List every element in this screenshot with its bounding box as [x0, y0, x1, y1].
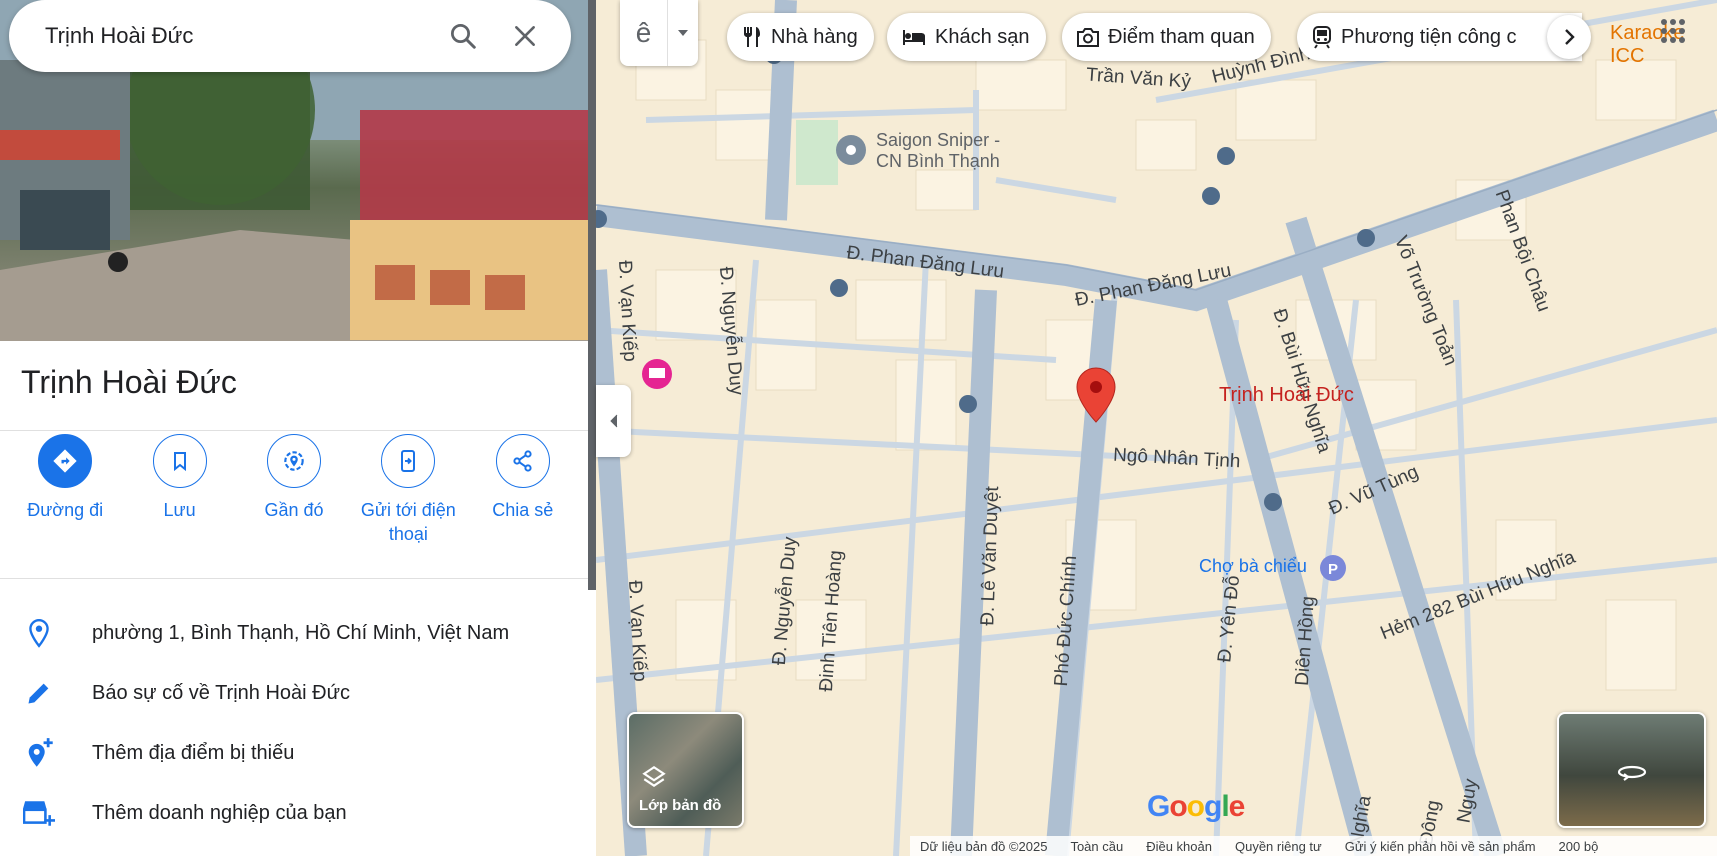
- train-icon: [1313, 26, 1331, 49]
- add-business-row[interactable]: Thêm doanh nghiệp của bạn: [0, 785, 588, 841]
- add-place-text: Thêm địa điểm bị thiếu: [92, 741, 295, 764]
- address-row[interactable]: phường 1, Bình Thạnh, Hồ Chí Minh, Việt …: [0, 605, 588, 661]
- collapse-panel-button[interactable]: [596, 385, 631, 457]
- bed-icon: [903, 30, 925, 45]
- directions-button[interactable]: Đường đi: [11, 434, 119, 584]
- layers-label: Lớp bản đồ: [639, 797, 722, 814]
- nearby-label: Gần đó: [264, 500, 324, 520]
- chip-hotels[interactable]: Khách sạn: [887, 13, 1046, 61]
- street-view-thumbnail[interactable]: [1557, 712, 1706, 828]
- apps-grid-icon[interactable]: [1660, 18, 1686, 49]
- report-text: Báo sự cố về Trịnh Hoài Đức: [92, 681, 350, 704]
- 360-rotate-icon: [1617, 765, 1647, 781]
- dropdown-arrow-icon[interactable]: [668, 29, 698, 37]
- add-location-icon: [0, 737, 92, 769]
- camera-icon: [1077, 28, 1099, 47]
- address-text: phường 1, Bình Thạnh, Hồ Chí Minh, Việt …: [92, 621, 510, 644]
- scale-label[interactable]: 200 bộ: [1559, 839, 1599, 854]
- map-footer: Dữ liệu bản đồ ©2025 Toàn cầu Điều khoản…: [910, 836, 1717, 856]
- save-button[interactable]: Lưu: [126, 434, 234, 584]
- add-place-row[interactable]: Thêm địa điểm bị thiếu: [0, 725, 588, 781]
- layer-glyph: ê: [635, 17, 652, 48]
- directions-label: Đường đi: [27, 500, 104, 520]
- search-icon[interactable]: [443, 16, 483, 56]
- search-input[interactable]: Trịnh Hoài Đức: [45, 23, 421, 49]
- map-data-attribution: Dữ liệu bản đồ ©2025: [920, 838, 1048, 854]
- chip-transit[interactable]: Phương tiện công c: [1297, 13, 1582, 61]
- chevron-right-icon: [1565, 29, 1575, 45]
- directions-icon: [38, 434, 93, 488]
- svg-text:P: P: [1328, 561, 1338, 578]
- chip-attractions[interactable]: Điểm tham quan: [1062, 13, 1271, 61]
- poi-label[interactable]: Saigon Sniper -: [876, 130, 1000, 151]
- feedback-link[interactable]: Gửi ý kiến phản hồi về sản phẩm: [1345, 839, 1536, 854]
- nearby-icon: [266, 434, 321, 488]
- map-type-control[interactable]: ê: [620, 0, 698, 66]
- chip-label: Khách sạn: [935, 25, 1030, 48]
- terms-link[interactable]: Điều khoản: [1146, 839, 1212, 854]
- action-bar: Đường đi Lưu Gần đó Gửi tới điện thoại C…: [0, 434, 588, 584]
- close-icon[interactable]: [505, 16, 545, 56]
- poi-label[interactable]: CN Bình Thạnh: [876, 151, 1000, 172]
- bookmark-icon: [152, 434, 207, 488]
- privacy-link[interactable]: Quyền riêng tư: [1235, 839, 1322, 854]
- save-label: Lưu: [163, 500, 196, 520]
- map-streets: P: [596, 0, 1717, 856]
- chevron-left-icon: [609, 414, 617, 428]
- chip-label: Điểm tham quan: [1108, 25, 1255, 48]
- report-row[interactable]: Báo sự cố về Trịnh Hoài Đức: [0, 665, 588, 721]
- location-pin-icon: [0, 618, 92, 648]
- chip-label: Nhà hàng: [771, 25, 858, 48]
- place-panel: Trịnh Hoài Đức Trịnh Hoài Đức Đường đi L…: [0, 0, 588, 856]
- layers-toggle[interactable]: Lớp bản đồ: [627, 712, 744, 828]
- poi-label[interactable]: Chợ bà chiểu: [1199, 556, 1307, 577]
- share-label: Chia sẻ: [492, 500, 554, 520]
- divider: [0, 430, 588, 431]
- map-canvas[interactable]: P Saigon Sniper - CN Bình Thạnh Chợ bà c…: [596, 0, 1717, 856]
- panel-scrollbar[interactable]: [588, 0, 596, 590]
- chip-restaurants[interactable]: Nhà hàng: [727, 13, 874, 61]
- google-logo: Google: [1147, 790, 1245, 823]
- share-button[interactable]: Chia sẻ: [469, 434, 577, 584]
- nearby-button[interactable]: Gần đó: [240, 434, 348, 584]
- send-to-phone-label: Gửi tới điện thoại: [360, 500, 456, 544]
- add-business-text: Thêm doanh nghiệp của bạn: [92, 801, 347, 824]
- send-to-phone-icon: [381, 434, 436, 488]
- send-to-phone-button[interactable]: Gửi tới điện thoại: [354, 434, 462, 584]
- add-business-icon: [0, 799, 92, 827]
- search-box[interactable]: Trịnh Hoài Đức: [9, 0, 571, 72]
- chip-label: Phương tiện công c: [1341, 25, 1517, 48]
- global-link[interactable]: Toàn cầu: [1070, 839, 1123, 854]
- share-icon: [495, 434, 550, 488]
- chips-next-button[interactable]: [1547, 15, 1591, 59]
- layers-icon: [642, 765, 666, 787]
- pin-label[interactable]: Trịnh Hoài Đức: [1219, 384, 1354, 407]
- divider: [0, 578, 588, 579]
- place-title: Trịnh Hoài Đức: [21, 364, 237, 400]
- pencil-icon: [0, 679, 92, 707]
- utensils-icon: [744, 27, 760, 47]
